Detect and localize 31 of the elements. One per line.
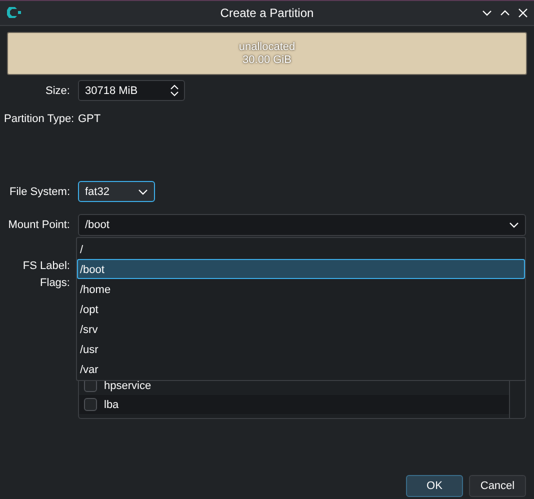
file-system-dropdown[interactable]: fat32 [78,181,155,202]
flag-label: hpservice [104,380,152,392]
dropdown-option[interactable]: /var [77,359,525,379]
chevron-down-icon [509,222,519,228]
field-label: Size: [44,84,70,96]
chevron-down-icon [138,188,148,194]
stepper-arrows-icon [170,84,179,97]
field-label: File System: [8,186,70,198]
dialog-button[interactable]: OK [406,475,463,497]
dropdown-option[interactable]: /srv [77,319,525,339]
dropdown-option[interactable]: /home [77,279,525,299]
size-spinbox[interactable]: 30718 MiB [78,80,185,101]
field-label: FS Label: [22,260,70,272]
mount-point-dropdown[interactable]: /boot [78,214,526,236]
field-label: Flags: [39,277,70,289]
field-label: Mount Point: [7,219,70,231]
partition-size: 30.00 GiB [242,54,292,66]
app-logo-icon [6,6,22,20]
minimize-icon[interactable] [482,8,492,18]
flag-label: lba [104,398,119,410]
checkbox[interactable] [84,398,97,411]
dropdown-option[interactable]: /opt [77,299,525,319]
dropdown-option[interactable]: / [77,239,525,259]
close-icon[interactable] [518,8,528,18]
window-title: Create a Partition [219,6,315,20]
maximize-icon[interactable] [500,8,510,18]
dialog-button[interactable]: Cancel [469,475,526,497]
partition-name: unallocated [238,40,296,54]
dropdown-option[interactable]: /boot [77,259,525,279]
dropdown-option[interactable]: /usr [77,339,525,359]
partition-type-value: GPT [78,113,102,125]
